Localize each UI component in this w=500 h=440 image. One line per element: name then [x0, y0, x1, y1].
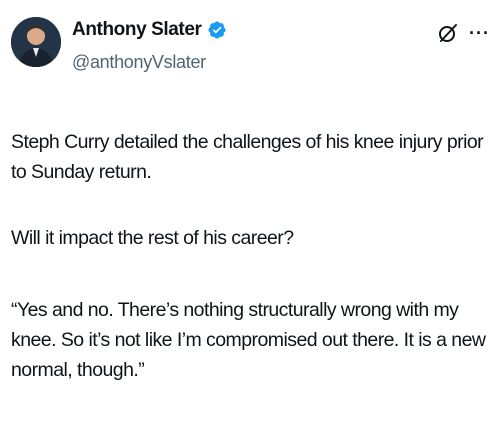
tweet-paragraph: “Yes and no. There’s nothing structurall…	[11, 299, 486, 381]
tweet-text: Steph Curry detailed the challenges of h…	[11, 127, 493, 385]
tweet-paragraph: Will it impact the rest of his career?	[11, 227, 294, 249]
grok-icon[interactable]	[437, 22, 459, 44]
author-header: Anthony Slater @anthonyVslater	[72, 17, 227, 73]
top-actions: ···	[437, 22, 490, 44]
tweet-card: Anthony Slater @anthonyVslater ··· Steph…	[0, 0, 500, 440]
name-row: Anthony Slater	[72, 17, 227, 43]
display-name[interactable]: Anthony Slater	[72, 19, 202, 41]
more-icon[interactable]: ···	[469, 23, 490, 43]
tweet-paragraph: Steph Curry detailed the challenges of h…	[11, 131, 484, 183]
handle[interactable]: @anthonyVslater	[72, 52, 227, 73]
verified-badge-icon	[207, 20, 227, 40]
avatar[interactable]	[11, 17, 61, 67]
